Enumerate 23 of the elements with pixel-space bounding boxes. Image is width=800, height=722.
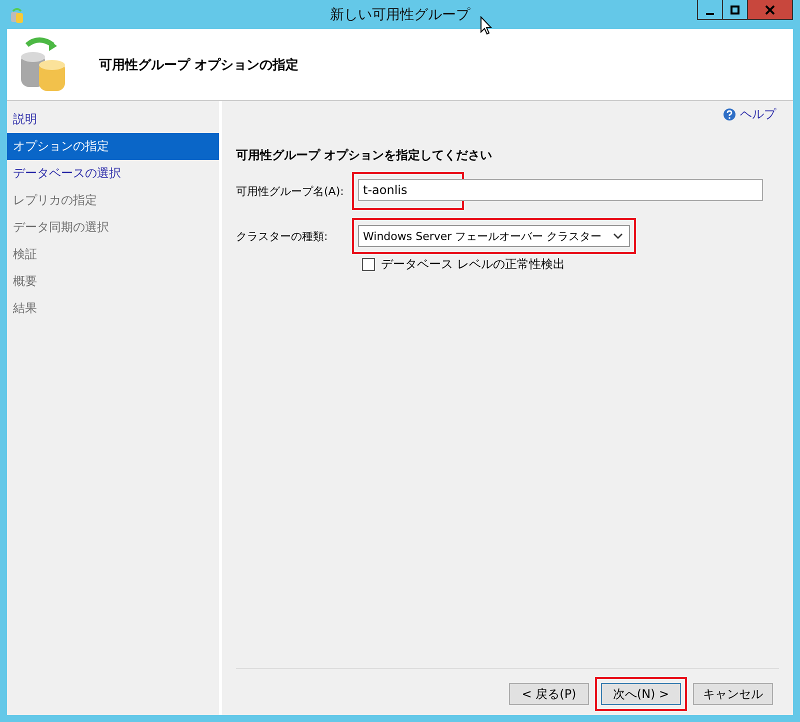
dropdown[interactable]: Windows Server フェールオーバー クラスター xyxy=(358,225,630,247)
maximize-icon xyxy=(730,4,740,14)
input-field[interactable]: t-aonlis xyxy=(358,179,763,201)
app-icon xyxy=(10,6,24,22)
field-label: 可用性グループ名(A): xyxy=(236,184,345,198)
nav-item[interactable]: オプションの指定 xyxy=(7,133,219,160)
section-heading: 可用性グループ オプションを指定してください xyxy=(236,147,494,164)
help-icon xyxy=(723,108,736,121)
wizard-button[interactable]: < 戻る(P) xyxy=(509,683,589,705)
nav-item[interactable]: データベースの選択 xyxy=(7,160,219,187)
close-icon xyxy=(765,4,775,14)
checkbox[interactable]: データベース レベルの正常性検出 xyxy=(362,256,565,273)
minimize-icon xyxy=(706,12,714,14)
help-link[interactable]: ヘルプ xyxy=(723,106,776,123)
wizard-button[interactable]: 次へ(N) > xyxy=(601,683,681,705)
close-button[interactable] xyxy=(747,0,793,20)
page-title: 可用性グループ オプションの指定 xyxy=(99,56,299,74)
minimize-button[interactable] xyxy=(697,0,723,20)
window-title: 新しい可用性グループ xyxy=(329,6,472,24)
wizard-button[interactable]: キャンセル xyxy=(693,683,773,705)
field-label: クラスターの種類: xyxy=(236,228,329,244)
nav-item[interactable]: 説明 xyxy=(7,106,219,133)
chevron-down-icon xyxy=(613,233,623,239)
